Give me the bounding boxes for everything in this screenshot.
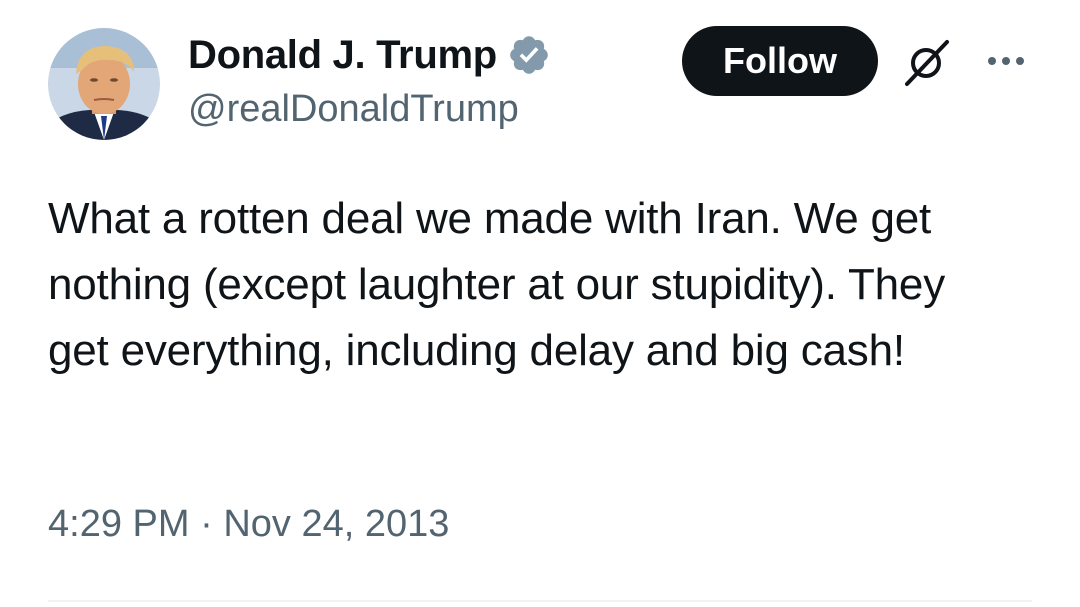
tweet-time: 4:29 PM [48,503,190,545]
more-dot-icon [1002,57,1010,65]
tweet-date: Nov 24, 2013 [223,503,450,545]
author-display-name[interactable]: Donald J. Trump [188,33,497,78]
name-row: Donald J. Trump [188,30,551,80]
divider [48,600,1032,602]
grok-icon[interactable] [898,34,956,90]
author-avatar[interactable] [48,28,160,140]
author-handle[interactable]: @realDonaldTrump [188,88,551,131]
more-options-icon[interactable] [980,44,1032,78]
follow-button[interactable]: Follow [682,26,878,96]
tweet-card: Donald J. Trump @realDonaldTrump Follow … [0,0,1080,607]
verified-badge-icon [507,33,551,77]
author-identity[interactable]: Donald J. Trump @realDonaldTrump [188,30,551,131]
more-dot-icon [1016,57,1024,65]
more-dot-icon [988,57,996,65]
timestamp-separator: · [200,503,213,545]
tweet-timestamp[interactable]: 4:29 PM · Nov 24, 2013 [48,503,449,546]
tweet-text: What a rotten deal we made with Iran. We… [48,194,945,375]
